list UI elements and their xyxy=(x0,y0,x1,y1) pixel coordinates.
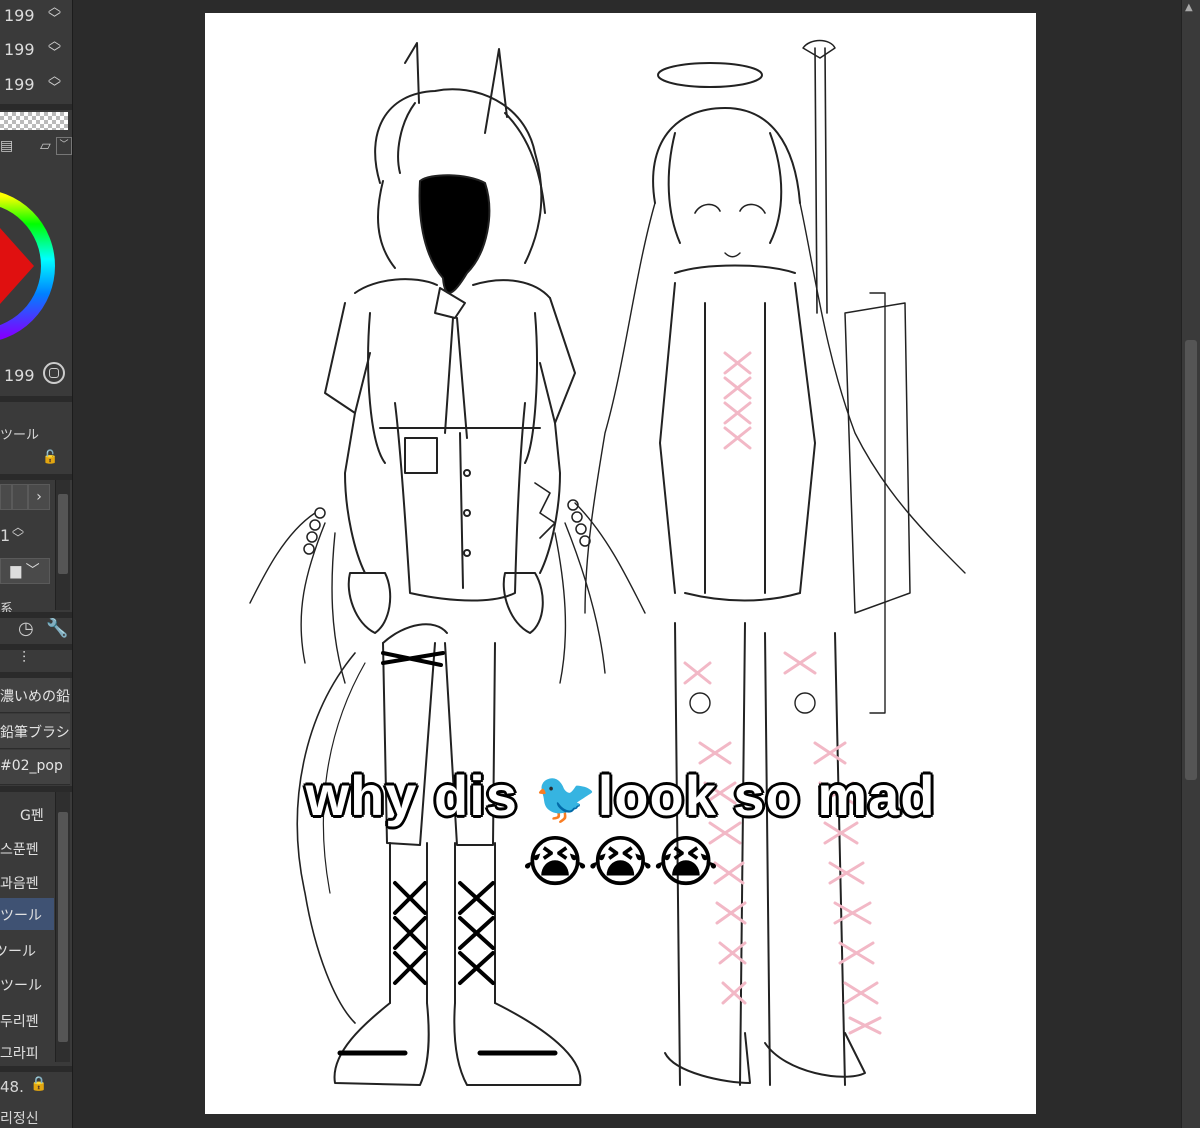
dropdown-arrow-icon[interactable]: ﹀ xyxy=(56,137,72,155)
brush-item-3[interactable]: #02_pop xyxy=(0,750,70,785)
scroll-up-icon[interactable]: ▲ xyxy=(1185,2,1193,13)
divider xyxy=(0,104,72,110)
tool-item-3[interactable]: 과음펜 xyxy=(0,866,54,898)
folder-icon: ▆ xyxy=(10,563,22,579)
bottom-label: 리정신 xyxy=(0,1111,39,1127)
tool-item-6[interactable]: ツール xyxy=(0,968,54,1000)
caption-line-1: why dis 🐦look so mad xyxy=(205,763,1036,828)
caption-text-after: look so mad xyxy=(597,763,936,828)
brush-label: 濃いめの鉛 xyxy=(0,689,70,705)
divider xyxy=(0,644,72,650)
meme-caption: why dis 🐦look so mad 😭😭😭 xyxy=(205,763,1036,894)
tool-label: ツール xyxy=(0,978,42,994)
slider-row-1[interactable]: 199 ︿ ﹀ xyxy=(0,0,70,30)
wrench-icon[interactable]: 🔧 xyxy=(46,618,68,639)
nav-mid-button[interactable] xyxy=(12,484,28,510)
bird-emoji-icon: 🐦 xyxy=(534,770,598,826)
spin-arrows-icon[interactable]: ︿ ﹀ xyxy=(48,70,61,95)
subtool-scroll-thumb[interactable] xyxy=(58,494,68,574)
color-mode-icon[interactable] xyxy=(43,362,65,384)
bottom-value: 48. xyxy=(0,1078,24,1096)
layers-icon[interactable]: ▱ xyxy=(40,138,51,154)
tool-label: 스푼펜 xyxy=(0,842,39,858)
transparency-swatch[interactable] xyxy=(0,112,68,130)
tool-item-8[interactable]: 그라피 xyxy=(0,1036,54,1068)
caption-text-before: why dis xyxy=(305,763,535,828)
subtool-scrollbar[interactable] xyxy=(55,480,70,610)
lock-icon[interactable]: 🔒 xyxy=(30,1076,47,1092)
settings-sliders-icon[interactable]: ⫶ xyxy=(22,648,26,668)
divider xyxy=(0,1066,72,1072)
layer-tool-label: ツール xyxy=(0,428,40,443)
slider-value-2: 199 xyxy=(4,40,35,59)
brush-item-2[interactable]: 鉛筆ブラシ xyxy=(0,714,70,749)
canvas-scroll-thumb[interactable] xyxy=(1185,340,1197,780)
lock-icon[interactable]: 🔓 xyxy=(42,450,58,465)
tool-list-scrollbar[interactable] xyxy=(55,792,70,1062)
spin-arrows-icon[interactable]: ︿ ﹀ xyxy=(12,521,24,544)
slider-value-1: 199 xyxy=(4,6,35,25)
canvas-vertical-scrollbar[interactable]: ▲ xyxy=(1181,0,1200,1128)
slider-value-3: 199 xyxy=(4,75,35,94)
spin-arrows-icon[interactable]: ︿ ﹀ xyxy=(48,1,61,26)
tool-list-scroll-thumb[interactable] xyxy=(58,812,68,1042)
brush-label: 鉛筆ブラシ xyxy=(0,725,70,741)
tool-item-2[interactable]: 스푼펜 xyxy=(0,832,54,864)
color-value: 199 xyxy=(4,366,35,385)
tool-label: 두리펜 xyxy=(0,1014,39,1030)
tool-label: ツール xyxy=(0,908,42,924)
slider-row-3[interactable]: 199 ︿ ﹀ xyxy=(0,69,70,99)
nav-left-button[interactable] xyxy=(0,484,12,510)
crying-emoji-row: 😭😭😭 xyxy=(522,830,719,895)
tool-item-1[interactable]: G펜 xyxy=(0,798,54,830)
slider-row-2[interactable]: 199 ︿ ﹀ xyxy=(0,34,70,64)
tool-item-4-active[interactable]: ツール xyxy=(0,898,54,930)
folder-dropdown[interactable]: ▆ ﹀ xyxy=(0,558,50,584)
tool-item-5[interactable]: ツール xyxy=(0,934,54,966)
brush-item-1[interactable]: 濃いめの鉛 xyxy=(0,678,70,713)
timer-icon[interactable]: ◷ xyxy=(18,618,34,639)
lineart-drawing xyxy=(249,39,966,1086)
film-icon[interactable]: ▤ xyxy=(0,138,13,154)
brush-label: #02_pop xyxy=(0,758,63,774)
tool-label: G펜 xyxy=(20,808,44,824)
divider xyxy=(0,396,72,402)
nav-right-button[interactable]: › xyxy=(28,484,50,510)
tool-panel: 199 ︿﹀ 199 ︿﹀ 199 ︿﹀ ▤ ▱ ﹀ 199 ツール 🔓 xyxy=(0,0,73,1128)
layer-opacity-value: 1 xyxy=(0,526,11,545)
tool-label: ツール xyxy=(0,944,36,960)
tool-label: 그라피 xyxy=(0,1046,39,1062)
drawing-canvas[interactable]: why dis 🐦look so mad 😭😭😭 xyxy=(205,13,1036,1114)
tool-item-7[interactable]: 두리펜 xyxy=(0,1004,54,1036)
color-wheel[interactable] xyxy=(0,176,56,364)
tool-label: 과음펜 xyxy=(0,876,39,892)
spin-arrows-icon[interactable]: ︿ ﹀ xyxy=(48,35,61,60)
